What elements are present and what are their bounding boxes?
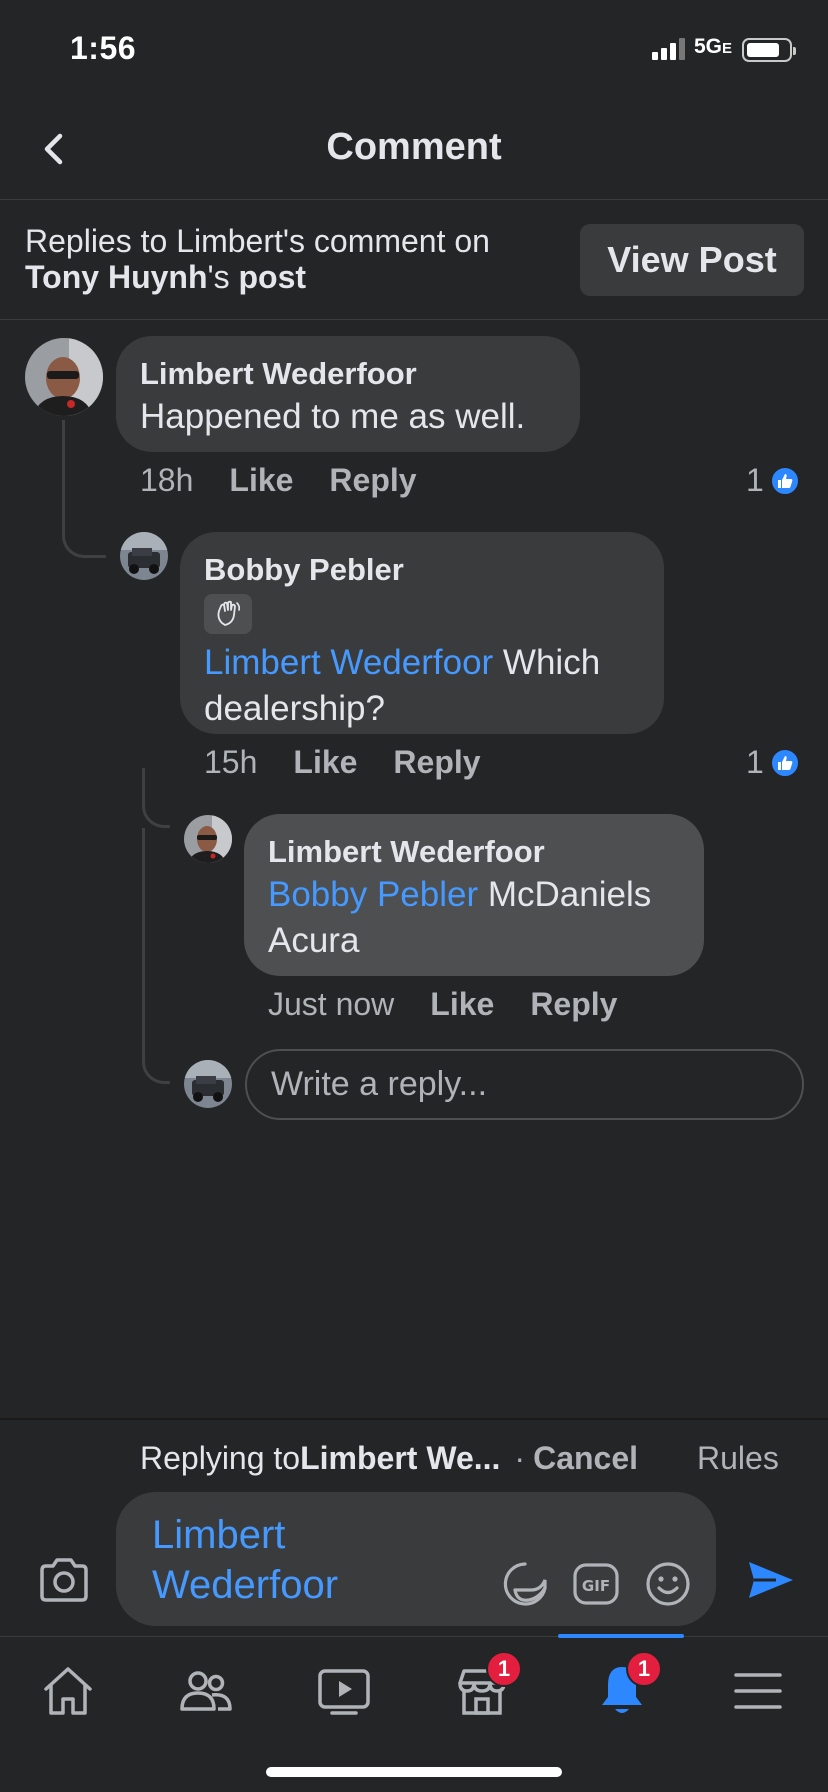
avatar[interactable] <box>25 338 103 416</box>
send-icon[interactable] <box>746 1558 796 1602</box>
network-suffix: E <box>722 40 733 57</box>
comment-text: Bobby Pebler McDaniels Acura <box>268 872 680 964</box>
screen: 1:56 5GE Comment Replies to Limbert's co… <box>0 0 828 1792</box>
comment-author[interactable]: Limbert Wederfoor <box>140 354 556 394</box>
context-bar: Replies to Limbert's comment on Tony Huy… <box>0 200 828 320</box>
comment-meta: Just now Like Reply <box>268 986 653 1023</box>
avatar <box>184 1060 232 1108</box>
mention-link[interactable]: Limbert Wederfoor <box>204 643 493 682</box>
view-post-button[interactable]: View Post <box>580 224 804 296</box>
replying-to-label: Replying to Limbert We... · Cancel <box>140 1440 638 1477</box>
separator-dot: · <box>514 1440 526 1476</box>
network-label: 5G <box>694 35 723 58</box>
notifications-badge: 1 <box>626 1651 662 1687</box>
reply-button[interactable]: Reply <box>329 462 416 499</box>
thumbs-up-icon <box>769 747 800 778</box>
gif-icon[interactable]: GIF <box>572 1562 620 1606</box>
svg-text:GIF: GIF <box>582 1577 610 1595</box>
replying-name: Limbert We... <box>300 1440 501 1476</box>
marketplace-badge: 1 <box>486 1651 522 1687</box>
like-count: 1 <box>746 462 764 498</box>
comment-text: Limbert Wederfoor Which dealership? <box>204 640 640 732</box>
thumbs-up-icon <box>769 465 800 496</box>
composer-text: Limbert Wederfoor <box>152 1510 452 1610</box>
menu-icon[interactable] <box>728 1663 788 1719</box>
comment-composer-input[interactable]: Limbert Wederfoor GIF <box>116 1492 716 1626</box>
reply-button[interactable]: Reply <box>530 986 617 1023</box>
comment-meta: 18h Like Reply <box>140 462 453 499</box>
thread-line <box>142 768 170 828</box>
watch-icon[interactable] <box>314 1663 374 1719</box>
comment-time[interactable]: 15h <box>204 744 257 781</box>
comment-bubble[interactable]: Bobby Pebler Limbert Wederfoor Which dea… <box>180 532 664 734</box>
like-count: 1 <box>746 744 764 780</box>
context-prefix: Replies to Limbert's comment on <box>25 223 490 259</box>
post-word: post <box>238 259 307 295</box>
home-indicator <box>266 1767 562 1777</box>
comment-bubble[interactable]: Limbert Wederfoor Happened to me as well… <box>116 336 580 452</box>
reply-button[interactable]: Reply <box>393 744 480 781</box>
sticker-icon[interactable] <box>501 1560 549 1608</box>
battery-icon <box>742 38 796 62</box>
status-bar: 1:56 5GE <box>0 0 828 100</box>
comment-author[interactable]: Limbert Wederfoor <box>268 832 680 872</box>
context-possessive: 's <box>207 259 239 295</box>
thread-line <box>142 828 170 1084</box>
composer: Replying to Limbert We... · Cancel Rules… <box>0 1418 828 1636</box>
thread-line <box>62 420 106 558</box>
comment-time[interactable]: 18h <box>140 462 193 499</box>
context-text: Replies to Limbert's comment on Tony Huy… <box>25 223 565 295</box>
comment-bubble[interactable]: Limbert Wederfoor Bobby Pebler McDaniels… <box>244 814 704 976</box>
active-tab-indicator <box>558 1634 684 1638</box>
page-title: Comment <box>326 126 502 168</box>
home-icon[interactable] <box>38 1663 98 1719</box>
camera-icon[interactable] <box>36 1556 92 1604</box>
avatar[interactable] <box>184 815 232 863</box>
like-button[interactable]: Like <box>430 986 494 1023</box>
like-button[interactable]: Like <box>293 744 357 781</box>
signal-icon <box>652 38 685 60</box>
comment-author[interactable]: Bobby Pebler <box>204 550 640 590</box>
write-reply-input[interactable]: Write a reply... <box>245 1049 804 1120</box>
comment-time[interactable]: Just now <box>268 986 394 1023</box>
reaction-count[interactable]: 1 <box>746 744 800 781</box>
reaction-count[interactable]: 1 <box>746 462 800 499</box>
post-author-link[interactable]: Tony Huynh <box>25 259 208 295</box>
cancel-reply-button[interactable]: Cancel <box>533 1440 638 1477</box>
like-button[interactable]: Like <box>229 462 293 499</box>
composer-mention: Limbert Wederfoor <box>152 1513 339 1607</box>
comment-text: Happened to me as well. <box>140 397 526 436</box>
mention-link[interactable]: Bobby Pebler <box>268 875 478 914</box>
rules-link[interactable]: Rules <box>697 1440 779 1477</box>
wave-sticker-icon <box>204 594 252 634</box>
status-time: 1:56 <box>70 30 137 66</box>
header: Comment <box>0 100 828 200</box>
emoji-icon[interactable] <box>644 1560 692 1608</box>
comment-meta: 15h Like Reply <box>204 744 517 781</box>
friends-icon[interactable] <box>176 1663 236 1719</box>
avatar[interactable] <box>120 532 168 580</box>
replying-prefix: Replying to <box>140 1440 301 1476</box>
network-indicator: 5GE <box>694 35 732 59</box>
